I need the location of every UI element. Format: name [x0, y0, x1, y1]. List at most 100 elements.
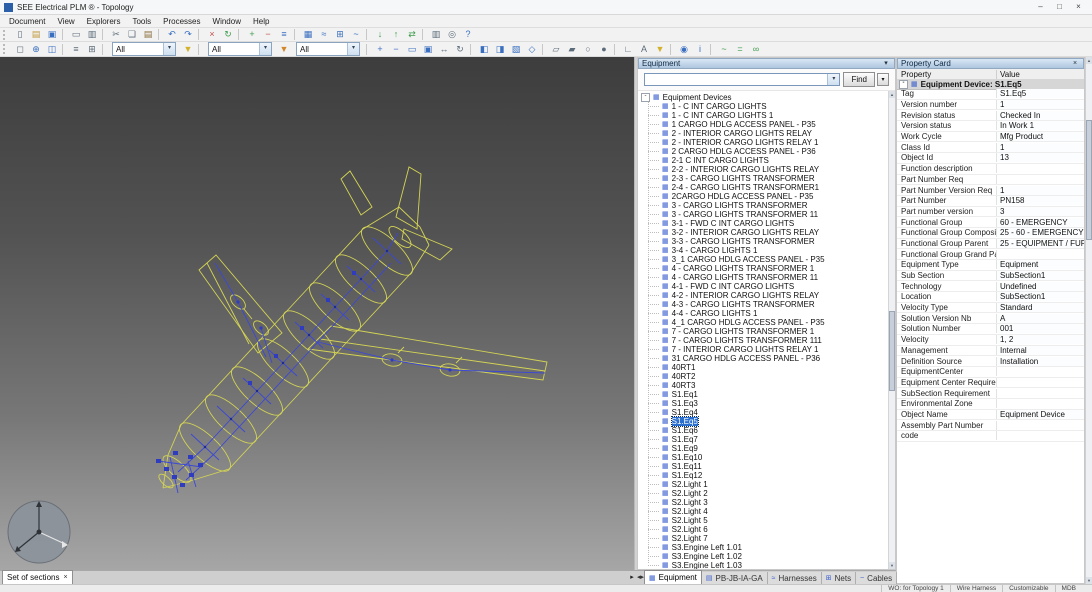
chevron-down-icon[interactable]: ▾ [163, 43, 175, 55]
tree-item[interactable]: ▦ 4-2 - INTERIOR CARGO LIGHTS RELAY [638, 291, 888, 300]
property-row[interactable]: Management Internal [897, 346, 1084, 357]
properties-icon[interactable]: ≡ [276, 28, 292, 41]
scroll-up-icon[interactable]: ▲ [889, 91, 895, 98]
tree-item[interactable]: ▦ 2 - INTERIOR CARGO LIGHTS RELAY 1 [638, 138, 888, 147]
toolbar-grip[interactable] [3, 44, 9, 54]
new-document-icon[interactable]: ▯ [12, 28, 28, 41]
property-row[interactable]: Equipment Type Equipment [897, 260, 1084, 271]
open-document-icon[interactable]: ▤ [28, 28, 44, 41]
delete-icon[interactable]: × [204, 28, 220, 41]
synchronize-icon[interactable]: ⇄ [404, 28, 420, 41]
zoom-out-icon[interactable]: − [388, 43, 404, 56]
property-row[interactable]: Revision status Checked In [897, 110, 1084, 121]
menu-item[interactable]: Window [207, 17, 247, 26]
orientation-gizmo[interactable] [4, 497, 74, 567]
property-row[interactable]: Work Cycle Mfg Product [897, 132, 1084, 143]
tree-item[interactable]: ▦ S1.Eq3 [638, 399, 888, 408]
paste-icon[interactable]: ▤ [140, 28, 156, 41]
tree-item[interactable]: ▦ 3-4 - CARGO LIGHTS 1 [638, 246, 888, 255]
tree-item[interactable]: ▦ S1.Eq7 [638, 435, 888, 444]
check-out-icon[interactable]: ↑ [388, 28, 404, 41]
tree-item[interactable]: ▦ S3.Engine Left 1.03 [638, 561, 888, 569]
harness-explorer-icon[interactable]: ≈ [316, 28, 332, 41]
help-icon[interactable]: ? [460, 28, 476, 41]
property-row[interactable]: Functional Group 60 - EMERGENCY [897, 217, 1084, 228]
find-button[interactable]: Find [843, 72, 875, 87]
redo-icon[interactable]: ↷ [180, 28, 196, 41]
property-row[interactable]: Tag S1.Eq5 [897, 89, 1084, 100]
property-row[interactable]: Object Name Equipment Device [897, 410, 1084, 421]
tree-item[interactable]: ▦ S2.Light 2 [638, 489, 888, 498]
add-item-icon[interactable]: + [244, 28, 260, 41]
property-row[interactable]: Functional Group Composition 25 - 60 - E… [897, 228, 1084, 239]
tree-item[interactable]: ▦ 2-4 - CARGO LIGHTS TRANSFORMER1 [638, 183, 888, 192]
net-filter-combo[interactable]: All ▾ [296, 42, 360, 56]
select-tool-icon[interactable]: ◻ [12, 43, 28, 56]
tree-item[interactable]: ▦ 3 - CARGO LIGHTS TRANSFORMER 11 [638, 210, 888, 219]
scroll-up-icon[interactable]: ▲ [1086, 57, 1092, 64]
tree-item[interactable]: ▦ S2.Light 3 [638, 498, 888, 507]
property-row[interactable]: Version status In Work 1 [897, 121, 1084, 132]
tree-item[interactable]: ▦ 3-1 - FWD C INT CARGO LIGHTS [638, 219, 888, 228]
harness-filter-combo[interactable]: All ▾ [208, 42, 272, 56]
scroll-down-icon[interactable]: ▼ [1086, 577, 1092, 584]
copy-icon[interactable]: ❏ [124, 28, 140, 41]
property-row[interactable]: Solution Number 001 [897, 324, 1084, 335]
property-row[interactable]: Part Number Version Req 1 [897, 185, 1084, 196]
tree-item[interactable]: ▦ S3.Engine Left 1.02 [638, 552, 888, 561]
options-icon[interactable]: ◎ [444, 28, 460, 41]
property-row[interactable]: code [897, 431, 1084, 442]
shaded-mode-icon[interactable]: ▰ [564, 43, 580, 56]
layers-icon[interactable]: ≡ [68, 43, 84, 56]
report-icon[interactable]: ▥ [428, 28, 444, 41]
equipment-filter-combo[interactable]: All ▾ [112, 42, 176, 56]
tree-item[interactable]: ▦ 2-3 - CARGO LIGHTS TRANSFORMER [638, 174, 888, 183]
print-preview-icon[interactable]: ▥ [84, 28, 100, 41]
front-view-icon[interactable]: ◧ [476, 43, 492, 56]
search-input[interactable] [645, 74, 827, 85]
section-tabs-scroll-right[interactable]: ▸ [627, 571, 637, 584]
tree-item[interactable]: ▦ 1 - C INT CARGO LIGHTS [638, 102, 888, 111]
top-view-icon[interactable]: ▧ [508, 43, 524, 56]
equipment-tree-scrollbar[interactable]: ▲ ▼ [888, 91, 895, 569]
tree-item[interactable]: ▦ S3.Engine Left 1.01 [638, 543, 888, 552]
tree-item[interactable]: ▦ 3-2 - INTERIOR CARGO LIGHTS RELAY [638, 228, 888, 237]
filter-icon[interactable]: ▼ [652, 43, 668, 56]
tree-item[interactable]: ▦ S1.Eq5 [638, 417, 888, 426]
viewport-3d[interactable] [0, 57, 634, 570]
tree-item[interactable]: ▦ 4_1 CARGO HDLG ACCESS PANEL - P35 [638, 318, 888, 327]
tree-item[interactable]: ▦ 7 - INTERIOR CARGO LIGHTS RELAY 1 [638, 345, 888, 354]
tree-item[interactable]: ▦ 1 CARGO HDLG ACCESS PANEL - P35 [638, 120, 888, 129]
property-row[interactable]: Velocity 1, 2 [897, 335, 1084, 346]
property-row[interactable]: Technology Undefined [897, 281, 1084, 292]
wireframe-mode-icon[interactable]: ▱ [548, 43, 564, 56]
show-all-icon[interactable]: ● [596, 43, 612, 56]
property-row[interactable]: Object Id 13 [897, 153, 1084, 164]
save-icon[interactable]: ▣ [44, 28, 60, 41]
scrollbar-thumb[interactable] [1086, 120, 1092, 240]
tree-item[interactable]: ▦ 7 - CARGO LIGHTS TRANSFORMER 111 [638, 336, 888, 345]
chevron-down-icon[interactable]: ▾ [259, 43, 271, 55]
tree-item[interactable]: ▦ S1.Eq4 [638, 408, 888, 417]
chevron-down-icon[interactable]: ▾ [881, 59, 891, 69]
tree-item[interactable]: ▦ 4 - CARGO LIGHTS TRANSFORMER 11 [638, 273, 888, 282]
tree-item[interactable]: ▦ 40RT2 [638, 372, 888, 381]
refresh-icon[interactable]: ↻ [220, 28, 236, 41]
undo-icon[interactable]: ↶ [164, 28, 180, 41]
tree-item[interactable]: ▦ 1 - C INT CARGO LIGHTS 1 [638, 111, 888, 120]
menu-item[interactable]: Help [247, 17, 275, 26]
tree-item[interactable]: ▦ 2 - INTERIOR CARGO LIGHTS RELAY [638, 129, 888, 138]
menu-item[interactable]: Document [3, 17, 51, 26]
close-icon[interactable]: × [1070, 59, 1080, 69]
side-view-icon[interactable]: ◨ [492, 43, 508, 56]
tree-item[interactable]: ▦ 7 - CARGO LIGHTS TRANSFORMER 1 [638, 327, 888, 336]
tree-item[interactable]: ▦ 2-1 C INT CARGO LIGHTS [638, 156, 888, 165]
menu-item[interactable]: Processes [157, 17, 206, 26]
bundle-icon[interactable]: = [732, 43, 748, 56]
tree-item[interactable]: ▦ S2.Light 6 [638, 525, 888, 534]
property-card-header[interactable]: Property Card × [897, 58, 1084, 69]
property-row[interactable]: Functional Group Grand Pa... [897, 249, 1084, 260]
tree-item[interactable]: ▦ 4 - CARGO LIGHTS TRANSFORMER 1 [638, 264, 888, 273]
tree-item[interactable]: ▦ 2-2 - INTERIOR CARGO LIGHTS RELAY [638, 165, 888, 174]
hide-item-icon[interactable]: ○ [580, 43, 596, 56]
